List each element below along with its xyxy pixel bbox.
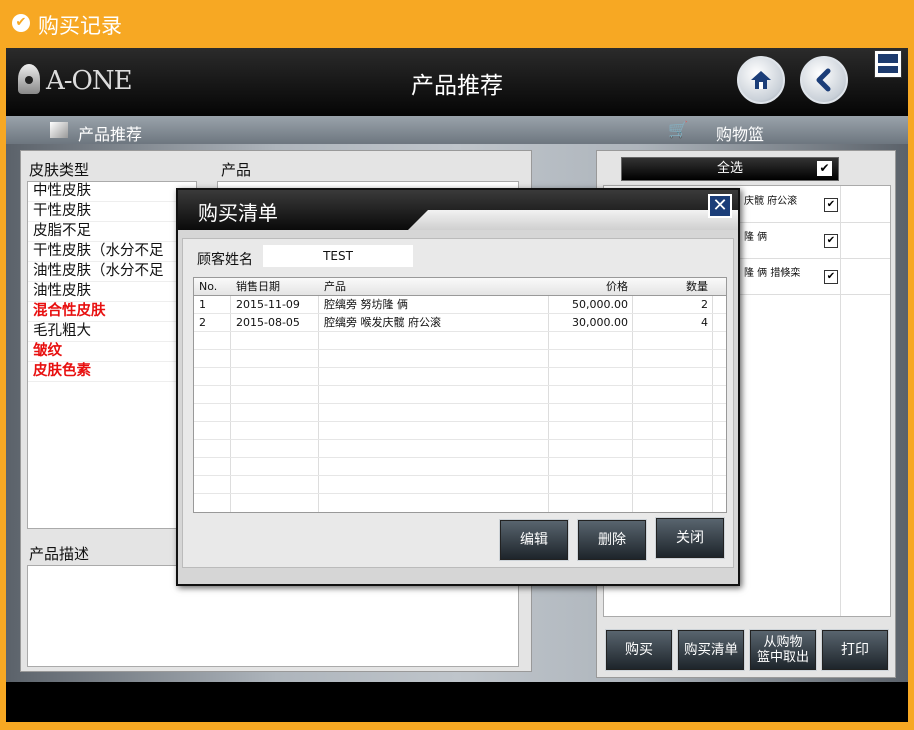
- remove-from-cart-label-line2: 篮中取出: [756, 650, 809, 665]
- column-header-price[interactable]: 价格: [554, 278, 628, 295]
- cart-item-name: 庆髋 府公滚: [744, 196, 798, 207]
- print-button[interactable]: 打印: [821, 629, 889, 671]
- cell-qty: 4: [701, 316, 708, 329]
- chevron-left-icon: [816, 68, 831, 92]
- table-row-empty: [194, 404, 726, 422]
- table-row-empty: [194, 332, 726, 350]
- close-icon[interactable]: ✕: [708, 194, 732, 218]
- app-header: A-ONE 产品推荐: [6, 48, 908, 116]
- purchase-grid: No. 销售日期 产品 价格 数量 1 2015-11-09 腔缡旁 努坊隆 俩…: [193, 277, 727, 513]
- dialog-header: 购买清单 ✕: [178, 190, 738, 230]
- table-row[interactable]: 1 2015-11-09 腔缡旁 努坊隆 俩 50,000.00 2: [194, 296, 726, 314]
- list-item[interactable]: 干性皮肤: [28, 202, 196, 222]
- list-item[interactable]: 皱纹: [28, 342, 196, 362]
- list-item[interactable]: 皮肤色素: [28, 362, 196, 382]
- table-row-empty: [194, 386, 726, 404]
- home-button[interactable]: [737, 56, 785, 104]
- select-all-label: 全选: [716, 161, 743, 176]
- customer-name-label: 顾客姓名: [197, 252, 253, 268]
- table-row[interactable]: 2 2015-08-05 腔缡旁 喉发庆髋 府公滚 30,000.00 4: [194, 314, 726, 332]
- select-all-bar[interactable]: 全选 ✔: [621, 157, 839, 181]
- dialog-header-accent: [408, 210, 738, 230]
- table-row-empty: [194, 440, 726, 458]
- home-icon: [751, 71, 771, 89]
- cell-product: 腔缡旁 努坊隆 俩: [324, 298, 408, 311]
- buy-list-button[interactable]: 购买清单: [677, 629, 745, 671]
- list-item[interactable]: 皮脂不足: [28, 222, 196, 242]
- customer-name-field[interactable]: TEST: [263, 245, 413, 267]
- table-row-empty: [194, 350, 726, 368]
- cart-item-checkbox[interactable]: ✔: [824, 234, 838, 248]
- cell-price: 30,000.00: [572, 316, 628, 329]
- cell-price: 50,000.00: [572, 298, 628, 311]
- table-row-empty: [194, 476, 726, 494]
- product-description-label: 产品描述: [29, 545, 90, 563]
- cart-icon: 🛒: [668, 120, 688, 139]
- list-item[interactable]: 干性皮肤（水分不足: [28, 242, 196, 262]
- cell-date: 2015-11-09: [236, 298, 300, 311]
- table-row-empty: [194, 368, 726, 386]
- box-icon: [50, 122, 68, 138]
- list-item[interactable]: 毛孔粗大: [28, 322, 196, 342]
- list-item[interactable]: 混合性皮肤: [28, 302, 196, 322]
- select-all-checkbox[interactable]: ✔: [817, 161, 832, 176]
- cell-date: 2015-08-05: [236, 316, 300, 329]
- edit-button[interactable]: 编辑: [499, 519, 569, 561]
- column-header-no[interactable]: No.: [199, 278, 217, 295]
- skin-type-list[interactable]: 中性皮肤 干性皮肤 皮脂不足 干性皮肤（水分不足 油性皮肤（水分不足 油性皮肤 …: [27, 181, 197, 529]
- section-title-cart: 购物篮: [716, 125, 765, 144]
- window-title: 购买记录: [38, 14, 122, 38]
- cart-item-checkbox[interactable]: ✔: [824, 270, 838, 284]
- cart-item-name: 隆 俩: [744, 232, 768, 243]
- close-button[interactable]: 关闭: [655, 517, 725, 559]
- skin-type-label: 皮肤类型: [29, 161, 90, 179]
- section-title-products: 产品推荐: [78, 125, 143, 144]
- dialog-body: 顾客姓名 TEST No. 销售日期 产品 价格 数量 1 2015-11-09…: [182, 238, 734, 568]
- section-bar: 产品推荐 🛒 购物篮: [6, 116, 908, 144]
- list-item[interactable]: 油性皮肤: [28, 282, 196, 302]
- cell-product: 腔缡旁 喉发庆髋 府公滚: [324, 316, 441, 329]
- purchase-list-dialog: 购买清单 ✕ 顾客姓名 TEST No. 销售日期 产品 价格 数量 1 201…: [176, 188, 740, 586]
- title-bar: ✔ 购买记录: [0, 0, 914, 48]
- column-header-product[interactable]: 产品: [324, 278, 346, 295]
- check-circle-icon: ✔: [12, 14, 30, 32]
- cell-no: 2: [199, 316, 206, 329]
- window-toggle-button[interactable]: [874, 50, 902, 78]
- column-header-qty[interactable]: 数量: [636, 278, 708, 295]
- column-header-date[interactable]: 销售日期: [236, 278, 280, 295]
- list-item[interactable]: 中性皮肤: [28, 182, 196, 202]
- table-row-empty: [194, 422, 726, 440]
- list-item[interactable]: 油性皮肤（水分不足: [28, 262, 196, 282]
- buy-button[interactable]: 购买: [605, 629, 673, 671]
- grid-header: No. 销售日期 产品 价格 数量: [194, 278, 726, 296]
- cell-no: 1: [199, 298, 206, 311]
- back-button[interactable]: [800, 56, 848, 104]
- product-label: 产品: [221, 161, 252, 179]
- cart-item-checkbox[interactable]: ✔: [824, 198, 838, 212]
- dialog-title: 购买清单: [198, 201, 278, 225]
- delete-button[interactable]: 删除: [577, 519, 647, 561]
- remove-from-cart-label-line1: 从购物: [763, 635, 803, 650]
- cell-qty: 2: [701, 298, 708, 311]
- cart-item-name: 隆 俩 措倏栾: [744, 268, 801, 279]
- table-row-empty: [194, 458, 726, 476]
- remove-from-cart-button[interactable]: 从购物 篮中取出: [749, 629, 817, 671]
- footer-bar: [6, 682, 908, 722]
